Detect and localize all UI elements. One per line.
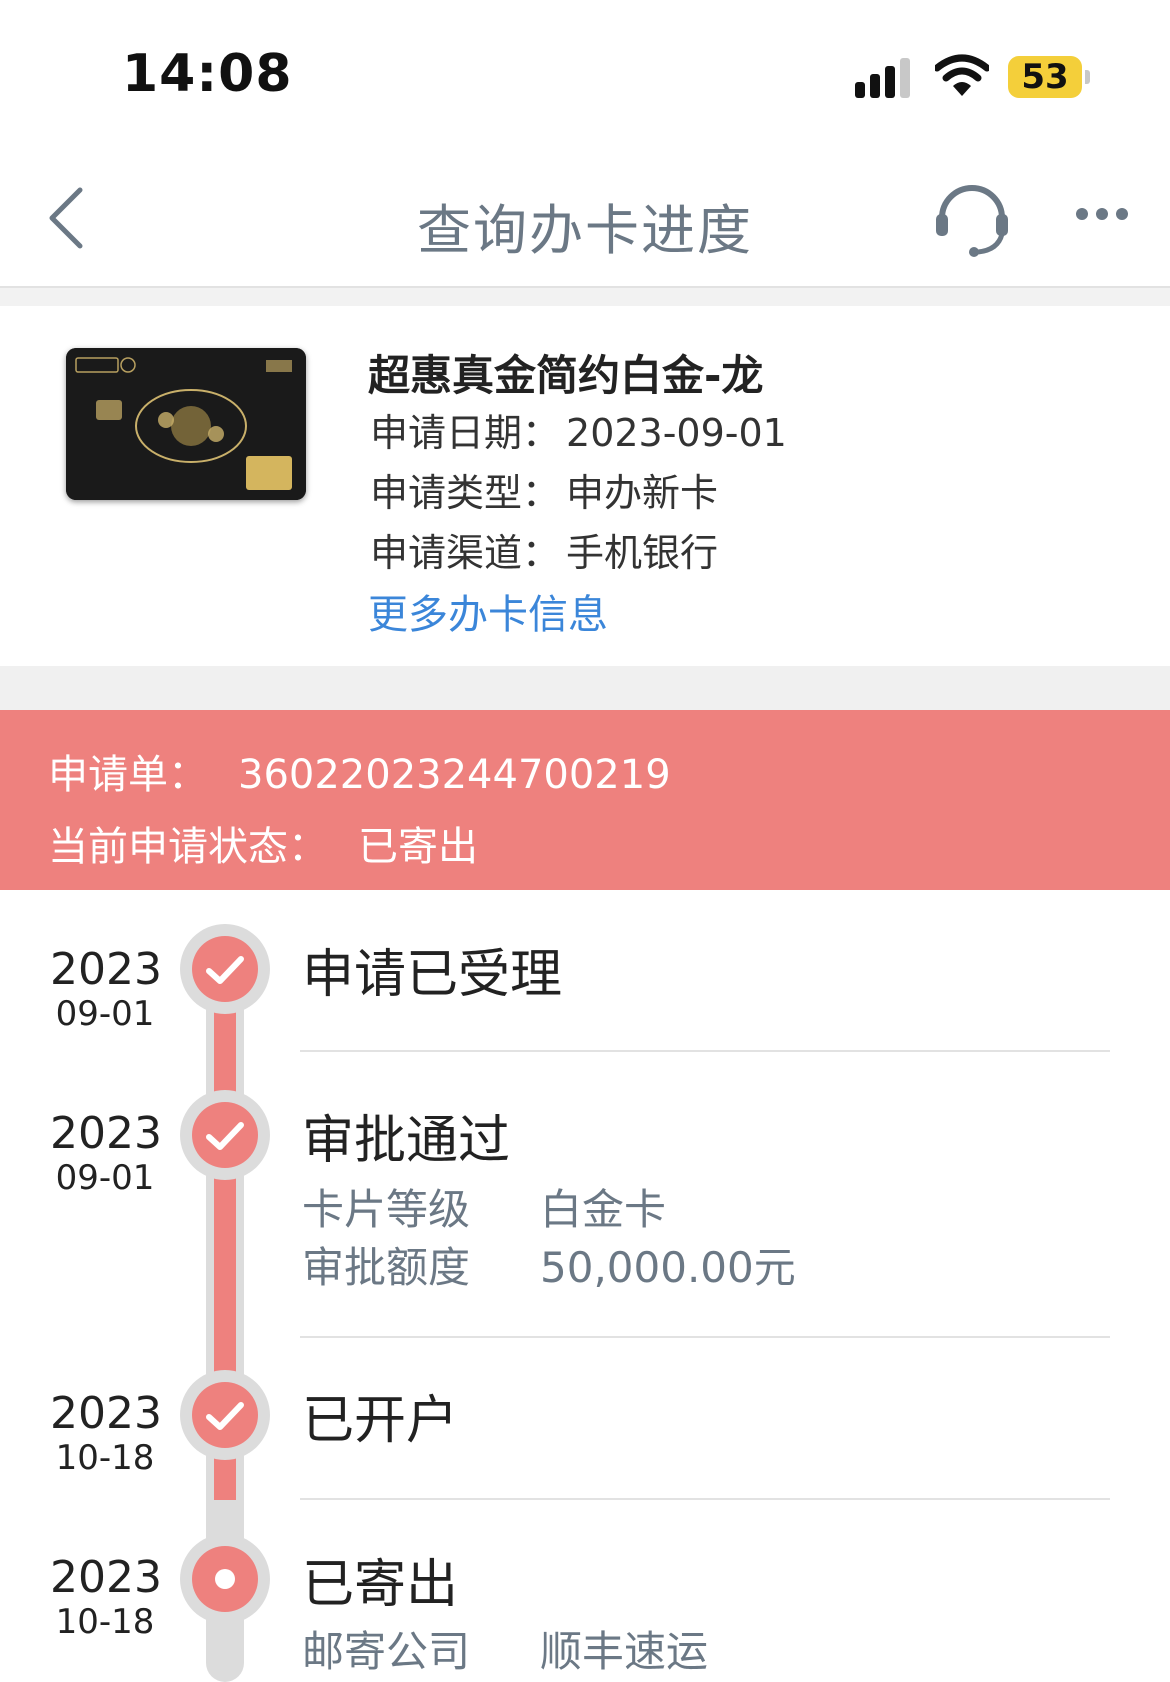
step-node xyxy=(180,1370,270,1460)
page: 14:08 53 查询办卡进度 超惠真金简约白金-龙 申请日期： 2023-09… xyxy=(0,0,1170,1682)
apply-date-row: 申请日期： 2023-09-01 xyxy=(370,402,787,457)
detail-label-card-level: 卡片等级 xyxy=(302,1185,471,1234)
step-year: 2023 xyxy=(50,944,162,995)
status-time: 14:08 xyxy=(122,44,293,104)
application-status-label: 当前申请状态： xyxy=(48,824,328,870)
signal-icon xyxy=(855,56,915,98)
battery-level: 53 xyxy=(1008,56,1082,98)
nav-divider xyxy=(0,286,1170,306)
application-number-row: 申请单： 3602202324470021​9 xyxy=(48,742,671,800)
step-title: 已寄出 xyxy=(302,1555,459,1615)
battery-icon: 53 xyxy=(1008,56,1090,98)
step-divider xyxy=(300,1498,1110,1500)
detail-label-credit-limit: 审批额度 xyxy=(302,1243,471,1292)
card-info-section: 超惠真金简约白金-龙 申请日期： 2023-09-01 申请类型： 申办新卡 申请渠… xyxy=(0,306,1170,666)
step-year: 2023 xyxy=(50,1388,162,1439)
more-icon[interactable] xyxy=(1070,200,1140,230)
check-icon xyxy=(206,956,244,984)
apply-channel-label: 申请渠道： xyxy=(370,531,561,575)
step-date: 10-18 xyxy=(55,1602,155,1642)
step-title: 审批通过 xyxy=(302,1111,511,1171)
step-node xyxy=(180,1090,270,1180)
status-bar: 14:08 53 xyxy=(0,0,1170,150)
apply-channel-row: 申请渠道： 手机银行 xyxy=(370,522,718,577)
step-title: 申请已受理 xyxy=(302,945,563,1005)
application-banner: 申请单： 3602202324470021​9 当前申请状态： 已寄出 xyxy=(0,710,1170,890)
detail-value-courier: 顺丰速运 xyxy=(540,1627,709,1676)
application-status-row: 当前申请状态： 已寄出 xyxy=(48,814,478,872)
current-step-dot-icon xyxy=(215,1569,235,1589)
step-divider xyxy=(300,1336,1110,1338)
step-title: 已开户 xyxy=(302,1391,459,1451)
wifi-icon xyxy=(935,54,989,96)
detail-label-courier: 邮寄公司 xyxy=(302,1627,471,1676)
more-card-info-link[interactable]: 更多办卡信息 xyxy=(368,582,608,640)
application-number-label: 申请单： xyxy=(48,752,208,798)
detail-value-card-level: 白金卡 xyxy=(540,1185,667,1234)
step-date: 09-01 xyxy=(55,1158,155,1198)
customer-service-icon[interactable] xyxy=(932,178,1012,258)
apply-type-label: 申请类型： xyxy=(370,471,561,515)
step-year: 2023 xyxy=(50,1552,162,1603)
apply-channel-value: 手机银行 xyxy=(566,531,719,575)
detail-value-credit-limit: 50,000.00元 xyxy=(540,1243,796,1292)
application-status: 已寄出 xyxy=(358,824,478,870)
apply-date-label: 申请日期： xyxy=(370,411,561,455)
section-gap xyxy=(0,666,1170,710)
apply-date-value: 2023-09-01 xyxy=(566,411,787,455)
apply-type-value: 申办新卡 xyxy=(566,471,719,515)
progress-timeline: 2023 09-01 申请已受理 2023 09-01 审批通过 卡片等级 白金… xyxy=(0,890,1170,1682)
check-icon xyxy=(206,1122,244,1150)
application-number: 3602202324470021​9 xyxy=(238,752,671,798)
step-date: 09-01 xyxy=(55,994,155,1034)
step-year: 2023 xyxy=(50,1108,162,1159)
apply-type-row: 申请类型： 申办新卡 xyxy=(370,462,718,517)
step-divider xyxy=(300,1050,1110,1052)
card-image xyxy=(66,348,306,500)
card-name: 超惠真金简约白金-龙 xyxy=(368,351,764,400)
step-date: 10-18 xyxy=(55,1438,155,1478)
step-node xyxy=(180,924,270,1014)
nav-bar: 查询办卡进度 xyxy=(0,150,1170,286)
check-icon xyxy=(206,1402,244,1430)
step-node-current xyxy=(180,1534,270,1624)
